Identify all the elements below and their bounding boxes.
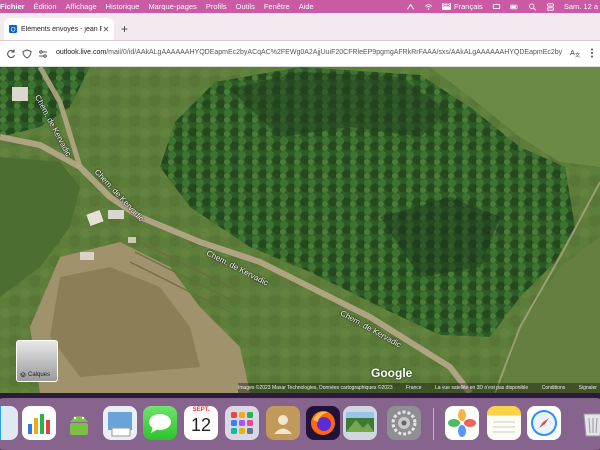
address-bar: outlook.live.com/mail/0/id/AAkALgAAAAAAH… <box>0 41 600 67</box>
tab-outlook[interactable]: O Éléments envoyés - jean Ranno ✕ <box>4 18 114 40</box>
preview-icon[interactable] <box>103 406 137 440</box>
finder-icon[interactable] <box>0 406 18 440</box>
country-label: France <box>406 385 422 391</box>
report-link[interactable]: Signaler <box>579 385 597 391</box>
notes-icon[interactable] <box>487 406 521 440</box>
control-center-icon[interactable] <box>546 2 555 11</box>
numbers-icon[interactable] <box>22 406 56 440</box>
messages-icon[interactable] <box>143 406 177 440</box>
url-host: outlook.live.com <box>56 49 107 56</box>
photo-viewer-icon[interactable] <box>343 406 377 440</box>
clock[interactable]: Sam. 12 a <box>564 2 598 11</box>
translate-icon[interactable]: A文 <box>570 48 580 58</box>
menu-fichier[interactable]: Fichier <box>0 0 25 13</box>
battery-icon[interactable] <box>510 3 519 11</box>
map-attribution: Images ©2023 Maxar Technologies, Données… <box>238 383 600 393</box>
layers-label: Calques <box>28 372 51 378</box>
photos-icon[interactable] <box>445 406 479 440</box>
menu-aide[interactable]: Aide <box>299 0 314 13</box>
layers-button[interactable]: Calques <box>16 340 58 382</box>
more-options-icon[interactable] <box>590 48 594 58</box>
imagery-credit: Images ©2023 Maxar Technologies, Données… <box>238 385 393 391</box>
screen-mirroring-icon[interactable] <box>492 3 501 11</box>
dock-separator <box>433 408 434 440</box>
url-path: /mail/0/id/AAkALgAAAAAAHYQDEapmEc2byACqA… <box>106 49 563 56</box>
menu-profils[interactable]: Profils <box>206 0 227 13</box>
menu-bar: Fichier Édition Affichage Historique Mar… <box>0 0 600 13</box>
satellite-imagery <box>0 67 600 393</box>
input-source-label: Français <box>454 2 483 11</box>
svg-text:O: O <box>11 26 16 33</box>
firefox-icon[interactable] <box>306 406 340 440</box>
reload-icon[interactable] <box>6 49 16 59</box>
menu-outils[interactable]: Outils <box>236 0 255 13</box>
launchpad-icon[interactable] <box>225 406 259 440</box>
tab-bar: O Éléments envoyés - jean Ranno ✕ + <box>0 13 600 41</box>
menu-affichage[interactable]: Affichage <box>66 0 97 13</box>
input-source-menu[interactable]: FR Français <box>442 2 483 11</box>
layers-icon <box>20 372 26 378</box>
contacts-icon[interactable] <box>266 406 300 440</box>
new-tab-button[interactable]: + <box>121 23 128 35</box>
calendar-month: SEPT. <box>192 407 210 413</box>
menu-historique[interactable]: Historique <box>106 0 140 13</box>
shield-icon[interactable] <box>22 48 32 59</box>
url-field[interactable]: outlook.live.com/mail/0/id/AAkALgAAAAAAH… <box>56 45 564 61</box>
wifi-icon[interactable] <box>424 3 433 11</box>
tab-title: Éléments envoyés - jean Ranno <box>21 25 102 33</box>
voice-control-icon[interactable] <box>406 3 415 11</box>
satellite-map[interactable]: Chem. de Kervadic Chem. de Kervadic Chem… <box>0 67 600 393</box>
menu-fenetre[interactable]: Fenêtre <box>264 0 290 13</box>
android-studio-icon[interactable] <box>62 406 96 440</box>
terms-link[interactable]: Conditions <box>542 385 566 391</box>
tab-close-icon[interactable]: ✕ <box>102 25 110 34</box>
calendar-icon[interactable]: SEPT. 12 <box>184 406 218 440</box>
system-settings-icon[interactable] <box>387 406 421 440</box>
site-permissions-icon[interactable] <box>38 49 48 59</box>
outlook-icon: O <box>9 25 17 33</box>
google-logo: Google <box>371 366 413 380</box>
safari-icon[interactable] <box>527 406 561 440</box>
3d-notice: La vue satellite en 3D n'est pas disponi… <box>434 385 529 391</box>
input-source-badge: FR <box>442 3 452 10</box>
svg-text:文: 文 <box>575 52 580 58</box>
calendar-day: 12 <box>190 415 212 435</box>
menu-edition[interactable]: Édition <box>34 0 57 13</box>
menu-marque-pages[interactable]: Marque-pages <box>148 0 196 13</box>
trash-icon[interactable] <box>576 406 600 440</box>
search-icon[interactable] <box>528 3 537 11</box>
